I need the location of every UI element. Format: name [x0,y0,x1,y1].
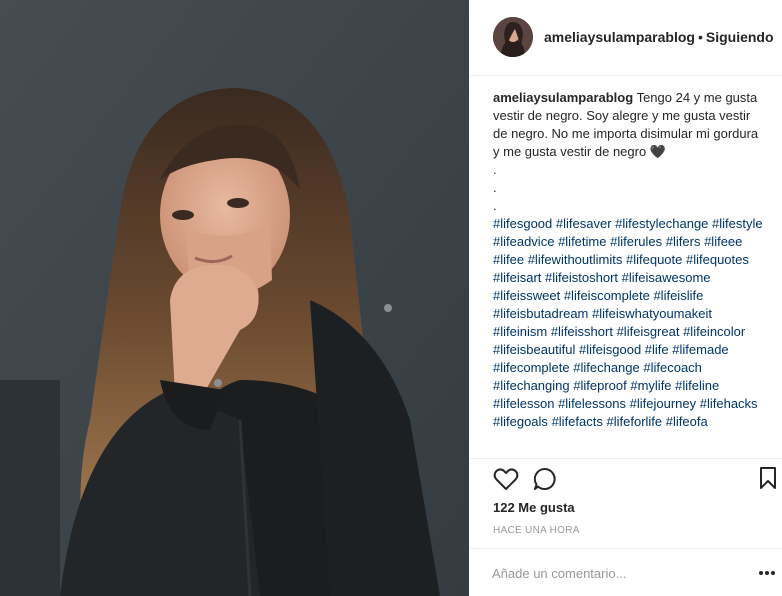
caption-dot: . [493,180,497,195]
hashtag-link[interactable]: #lifeisbutadream [493,306,588,321]
hashtag-link[interactable]: #lifeproof [573,378,626,393]
hashtag-link[interactable]: #lifecomplete [493,360,570,375]
hashtag-link[interactable]: #lifeisawesome [622,270,711,285]
more-options-icon[interactable] [757,563,777,583]
follow-button[interactable]: Siguiendo [706,29,774,45]
hashtag-link[interactable]: #lifeisgood [579,342,641,357]
hashtag-link[interactable]: #lifeincolor [683,324,745,339]
caption-username[interactable]: ameliaysulamparablog [493,90,633,105]
hashtag-link[interactable]: #lifeiswhatyoumakeit [592,306,712,321]
hashtag-link[interactable]: #liferules [610,234,662,249]
post-details-panel: ameliaysulamparablog • Siguiendo ameliaysu… [470,0,782,596]
post-header: ameliaysulamparablog • Siguiendo [470,0,782,76]
separator-dot: • [697,29,703,45]
hashtag-link[interactable]: #lifeinism [493,324,547,339]
hashtag-link[interactable]: #lifemade [672,342,728,357]
hashtag-link[interactable]: #lifeadvice [493,234,554,249]
post-timestamp[interactable]: HACE UNA HORA [493,525,580,536]
hashtag-link[interactable]: #lifehacks [700,396,758,411]
hashtag-link[interactable]: #lifelesson [493,396,554,411]
bookmark-icon[interactable] [759,467,777,489]
hashtag-link[interactable]: #lifeofa [666,414,708,429]
comment-bar [470,548,782,596]
hashtag-link[interactable]: #lifestylechange [615,216,708,231]
hashtag-link[interactable]: #lifechange [573,360,640,375]
hashtag-link[interactable]: #lifesaver [556,216,612,231]
like-count[interactable]: 122 Me gusta [493,500,575,515]
heart-icon[interactable] [493,467,519,491]
action-bar [470,458,782,499]
hashtag-link[interactable]: #lifegoals [493,414,548,429]
hashtag-link[interactable]: #lifeislife [653,288,703,303]
hashtag-link[interactable]: #lifewithoutlimits [528,252,623,267]
hashtag-link[interactable]: #lifers [666,234,701,249]
hashtag-link[interactable]: #lifeiscomplete [564,288,650,303]
hashtag-link[interactable]: #life [645,342,669,357]
hashtag-link[interactable]: #lifesgood [493,216,552,231]
caption-dot: . [493,162,497,177]
hashtag-link[interactable]: #lifejourney [630,396,697,411]
hashtag-link[interactable]: #lifetime [558,234,606,249]
post-caption: ameliaysulamparablog Tengo 24 y me gusta… [493,89,763,455]
hashtag-link[interactable]: #mylife [630,378,671,393]
comment-icon[interactable] [533,467,557,491]
avatar[interactable] [493,17,533,57]
hashtag-link[interactable]: #lifequotes [686,252,749,267]
hashtag-link[interactable]: #lifeisgreat [617,324,680,339]
hashtag-list: #lifesgood #lifesaver #lifestylechange #… [493,215,763,431]
hashtag-link[interactable]: #lifefacts [552,414,603,429]
hashtag-link[interactable]: #lifeforlife [607,414,663,429]
header-text: ameliaysulamparablog • Siguiendo [544,29,774,45]
comment-input[interactable] [492,561,732,585]
hashtag-link[interactable]: #lifechanging [493,378,570,393]
hashtag-link[interactable]: #lifeee [704,234,742,249]
hashtag-link[interactable]: #lifeistoshort [545,270,618,285]
hashtag-link[interactable]: #lifestyle [712,216,763,231]
post-photo[interactable] [0,0,469,596]
hashtag-link[interactable]: #lifeline [675,378,719,393]
hashtag-link[interactable]: #lifecoach [643,360,702,375]
hashtag-link[interactable]: #lifeisshort [551,324,613,339]
caption-dot: . [493,198,497,213]
hashtag-link[interactable]: #lifeisbeautiful [493,342,575,357]
username-link[interactable]: ameliaysulamparablog [544,29,695,45]
hashtag-link[interactable]: #lifequote [626,252,682,267]
hashtag-link[interactable]: #lifelessons [558,396,626,411]
hashtag-link[interactable]: #lifeisart [493,270,541,285]
hashtag-link[interactable]: #lifee [493,252,524,267]
hashtag-link[interactable]: #lifeissweet [493,288,560,303]
